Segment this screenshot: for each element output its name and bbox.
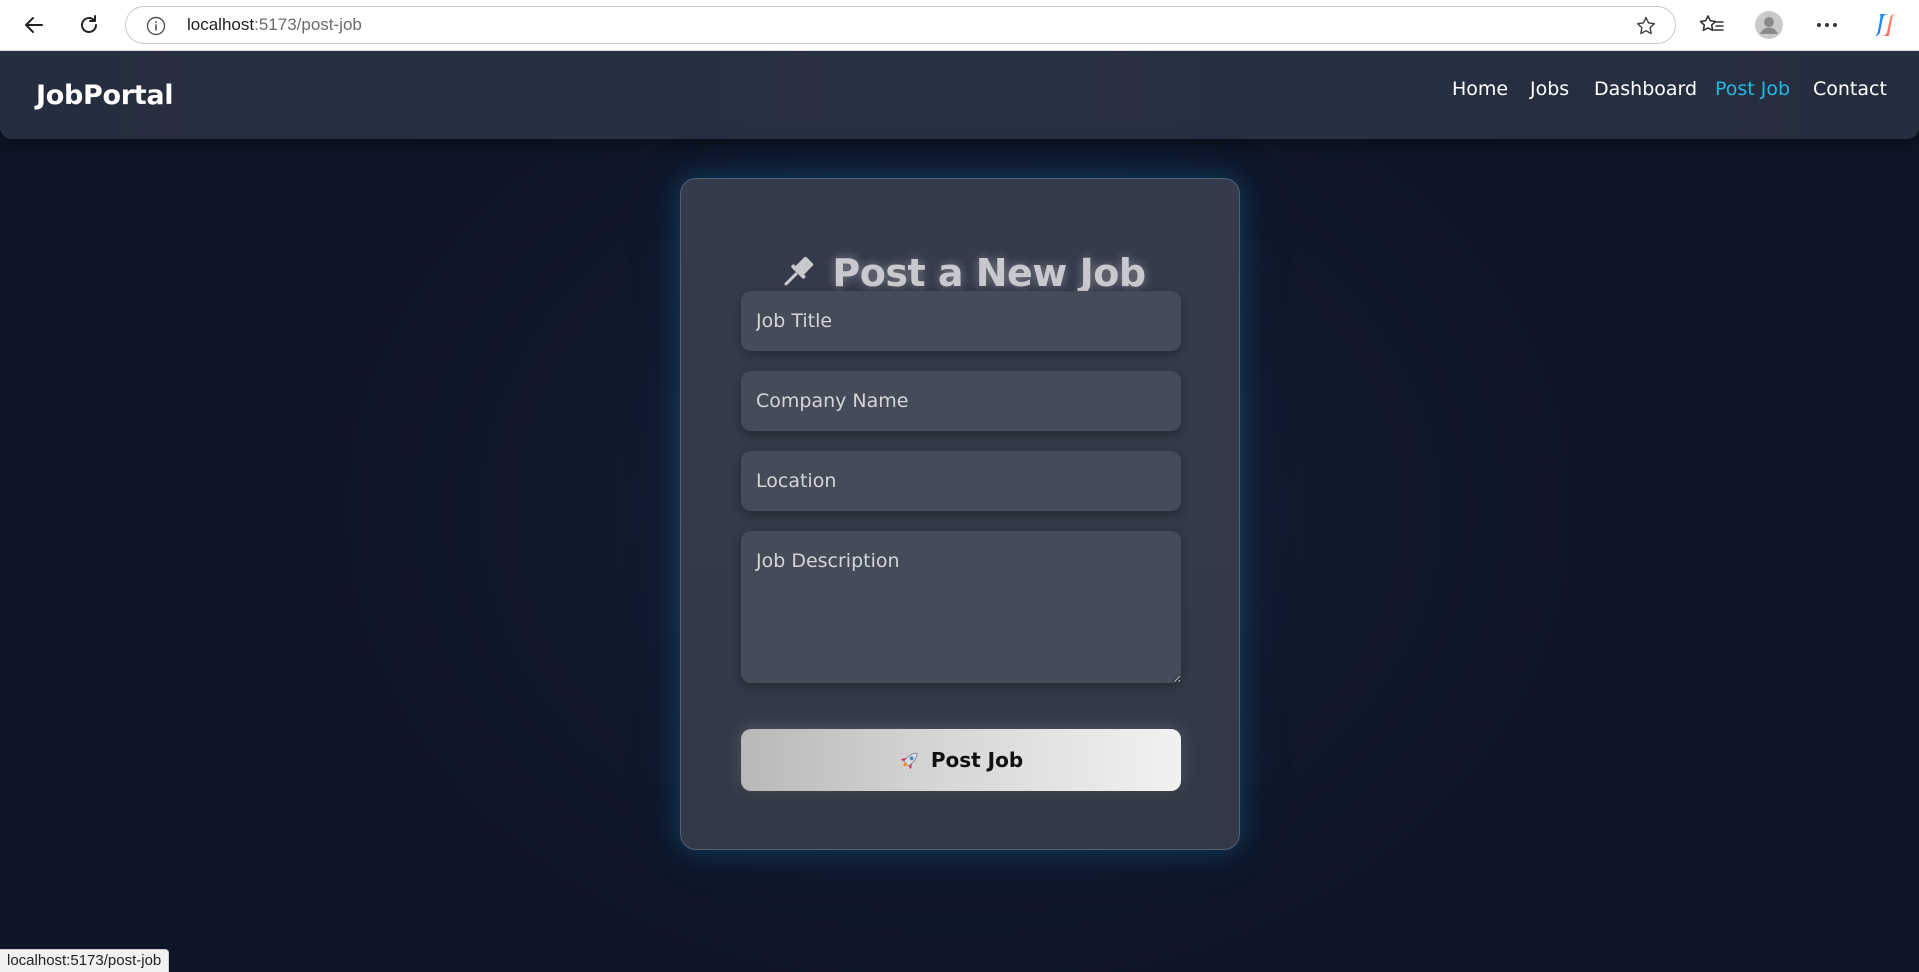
avatar-icon (1755, 11, 1783, 39)
post-job-button-label: Post Job (930, 748, 1024, 772)
pushpin-icon (784, 256, 814, 286)
top-navbar: JobPortal Home Jobs Dashboard Post Job C… (0, 51, 1919, 139)
reload-icon (81, 15, 97, 33)
site-info-icon[interactable] (146, 16, 166, 36)
nav-link-jobs[interactable]: Jobs (1530, 75, 1569, 103)
page-title: Post a New Job (832, 251, 1146, 295)
nav-link-dashboard[interactable]: Dashboard (1594, 75, 1697, 103)
back-button[interactable] (17, 8, 51, 42)
copilot-icon (1875, 14, 1895, 36)
address-bar[interactable]: localhost:5173/post-job (125, 6, 1676, 44)
post-job-card: Post a New Job Post Job (680, 178, 1240, 850)
favorite-star-icon[interactable] (1635, 15, 1657, 37)
profile-button[interactable] (1752, 8, 1786, 42)
nav-link-post-job[interactable]: Post Job (1715, 75, 1790, 103)
ellipsis-icon (1817, 23, 1837, 27)
post-job-button[interactable]: Post Job (741, 729, 1181, 791)
brand-logo[interactable]: JobPortal (36, 51, 174, 139)
status-bar-url: localhost:5173/post-job (0, 949, 170, 972)
page-content: JobPortal Home Jobs Dashboard Post Job C… (0, 51, 1919, 972)
url-host: localhost (187, 15, 255, 34)
browser-toolbar: localhost:5173/post-job (0, 0, 1919, 51)
url-text: localhost:5173/post-job (187, 7, 362, 43)
more-options-button[interactable] (1810, 8, 1844, 42)
rocket-icon (900, 752, 918, 770)
reload-button[interactable] (72, 8, 106, 42)
back-arrow-icon (25, 17, 43, 33)
nav-link-contact[interactable]: Contact (1813, 75, 1887, 103)
nav-link-home[interactable]: Home (1452, 75, 1508, 103)
location-input[interactable] (741, 451, 1181, 511)
company-name-input[interactable] (741, 371, 1181, 431)
favorites-list-icon (1699, 15, 1724, 32)
job-title-input[interactable] (741, 291, 1181, 351)
job-description-textarea[interactable] (741, 531, 1181, 683)
favorites-button[interactable] (1695, 8, 1729, 42)
url-path: :5173/post-job (254, 15, 362, 34)
copilot-button[interactable] (1868, 8, 1902, 42)
